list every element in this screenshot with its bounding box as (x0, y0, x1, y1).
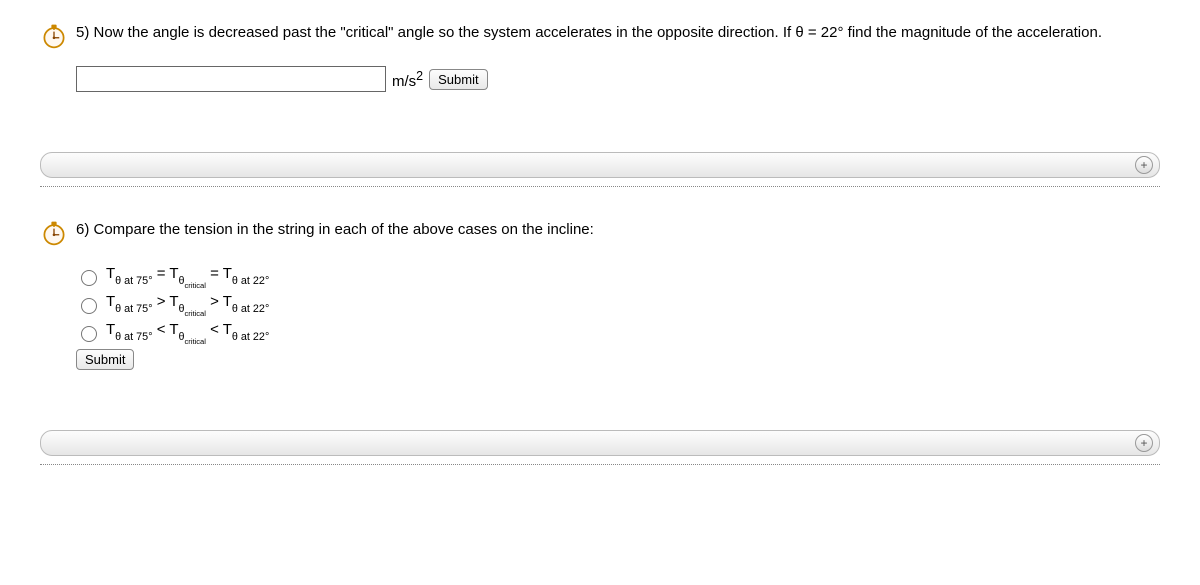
radio-option-1[interactable] (81, 270, 97, 286)
option-3-label: Tθ at 75° < Tθcritical < Tθ at 22° (106, 321, 269, 343)
option-3[interactable]: Tθ at 75° < Tθcritical < Tθ at 22° (76, 321, 1160, 343)
separator (40, 464, 1160, 465)
acceleration-input[interactable] (76, 66, 386, 92)
question-5-header: 5) Now the angle is decreased past the "… (40, 20, 1160, 50)
plus-icon: + (1135, 156, 1153, 174)
unit-label: m/s2 (392, 69, 423, 90)
separator (40, 186, 1160, 187)
question-5-answer-row: m/s2 Submit (76, 66, 1160, 92)
expand-bar-q5[interactable]: + (40, 152, 1160, 178)
question-5: 5) Now the angle is decreased past the "… (40, 20, 1160, 92)
option-2[interactable]: Tθ at 75° > Tθcritical > Tθ at 22° (76, 293, 1160, 315)
option-1[interactable]: Tθ at 75° = Tθcritical = Tθ at 22° (76, 265, 1160, 287)
expand-bar-q6[interactable]: + (40, 430, 1160, 456)
question-5-prompt: 5) Now the angle is decreased past the "… (76, 20, 1102, 43)
question-6-options: Tθ at 75° = Tθcritical = Tθ at 22° Tθ at… (76, 265, 1160, 343)
radio-option-3[interactable] (81, 326, 97, 342)
submit-button-q6[interactable]: Submit (76, 349, 134, 370)
option-1-label: Tθ at 75° = Tθcritical = Tθ at 22° (106, 265, 269, 287)
option-2-label: Tθ at 75° > Tθcritical > Tθ at 22° (106, 293, 269, 315)
stopwatch-icon (40, 219, 68, 247)
plus-icon: + (1135, 434, 1153, 452)
stopwatch-icon (40, 22, 68, 50)
submit-button-q5[interactable]: Submit (429, 69, 487, 90)
radio-option-2[interactable] (81, 298, 97, 314)
question-6-header: 6) Compare the tension in the string in … (40, 217, 1160, 247)
question-6: 6) Compare the tension in the string in … (40, 217, 1160, 370)
question-6-prompt: 6) Compare the tension in the string in … (76, 217, 594, 240)
